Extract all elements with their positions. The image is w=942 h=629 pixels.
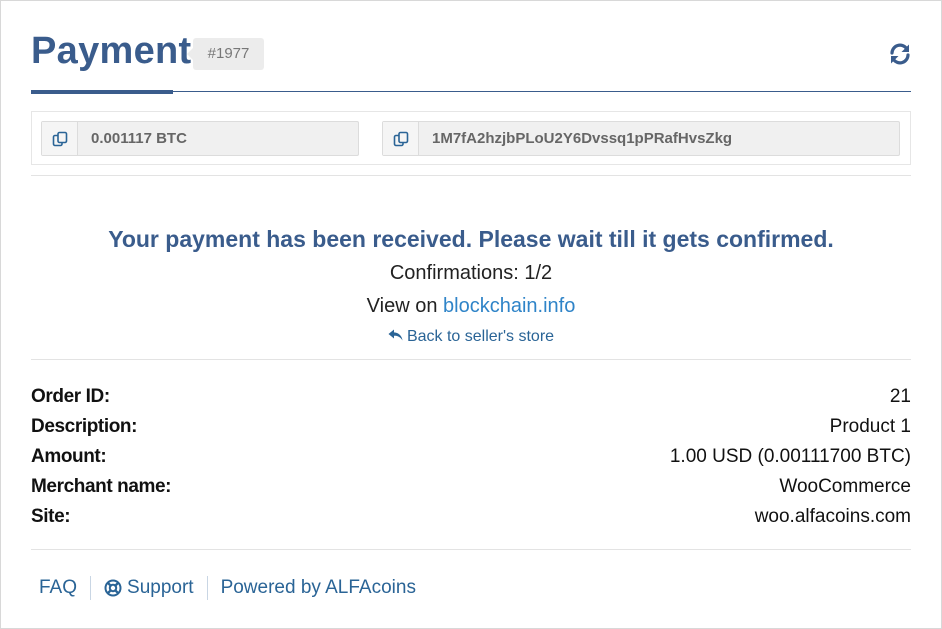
detail-row-amount: Amount: 1.00 USD (0.00111700 BTC) <box>31 442 911 472</box>
detail-label: Site: <box>31 506 71 527</box>
divider <box>31 549 911 550</box>
order-details: Order ID: 21 Description: Product 1 Amou… <box>31 382 911 532</box>
footer-separator <box>90 576 92 600</box>
btc-address-value[interactable]: 1M7fA2hzjbPLoU2Y6Dvssq1pPRafHvsZkg <box>419 130 732 147</box>
copy-icon <box>52 131 67 146</box>
back-to-store-label: Back to seller's store <box>406 328 555 345</box>
reply-arrow-icon <box>388 329 403 341</box>
divider <box>31 359 911 360</box>
detail-value: woo.alfacoins.com <box>754 506 911 527</box>
payment-status-message: Your payment has been received. Please w… <box>108 226 834 252</box>
detail-value: Product 1 <box>829 416 911 437</box>
detail-label: Merchant name: <box>31 476 172 497</box>
faq-link[interactable]: FAQ <box>31 577 77 599</box>
support-link[interactable]: Support <box>104 577 194 599</box>
footer-links: FAQ Support Powered by ALFAcoins <box>31 574 416 602</box>
view-on-label: View on <box>366 295 438 317</box>
copy-amount-button[interactable] <box>42 122 78 155</box>
detail-value: WooCommerce <box>779 476 911 497</box>
detail-label: Amount: <box>31 446 107 467</box>
header-underline <box>31 90 173 94</box>
detail-value: 1.00 USD (0.00111700 BTC) <box>669 446 911 467</box>
order-number-badge: #1977 <box>187 38 264 70</box>
view-on-line: View on blockchain.info <box>0 295 942 318</box>
amount-field: 0.001117 BTC <box>41 121 359 156</box>
confirmations-text: Confirmations: 1/2 <box>389 262 553 284</box>
btc-amount-value[interactable]: 0.001117 BTC <box>78 130 187 147</box>
detail-label: Order ID: <box>31 386 110 407</box>
support-label: Support <box>127 577 194 598</box>
page-title: Payment <box>31 30 192 72</box>
detail-row-site: Site: woo.alfacoins.com <box>31 502 911 532</box>
copy-icon <box>393 131 408 146</box>
footer-separator <box>206 576 208 600</box>
powered-by-link[interactable]: Powered by ALFAcoins <box>221 577 416 599</box>
detail-row-order-id: Order ID: 21 <box>31 382 911 412</box>
blockchain-link[interactable]: blockchain.info <box>443 295 575 317</box>
copy-address-button[interactable] <box>383 122 419 155</box>
refresh-icon[interactable] <box>888 42 912 66</box>
detail-value: 21 <box>889 386 911 407</box>
lifebuoy-icon <box>104 579 122 597</box>
detail-label: Description: <box>31 416 138 437</box>
divider <box>31 175 911 176</box>
detail-row-merchant: Merchant name: WooCommerce <box>31 472 911 502</box>
detail-row-description: Description: Product 1 <box>31 412 911 442</box>
address-field: 1M7fA2hzjbPLoU2Y6Dvssq1pPRafHvsZkg <box>382 121 900 156</box>
copy-fields-panel: 0.001117 BTC 1M7fA2hzjbPLoU2Y6Dvssq1pPRa… <box>31 111 911 165</box>
back-to-store-link[interactable]: Back to seller's store <box>0 328 942 346</box>
